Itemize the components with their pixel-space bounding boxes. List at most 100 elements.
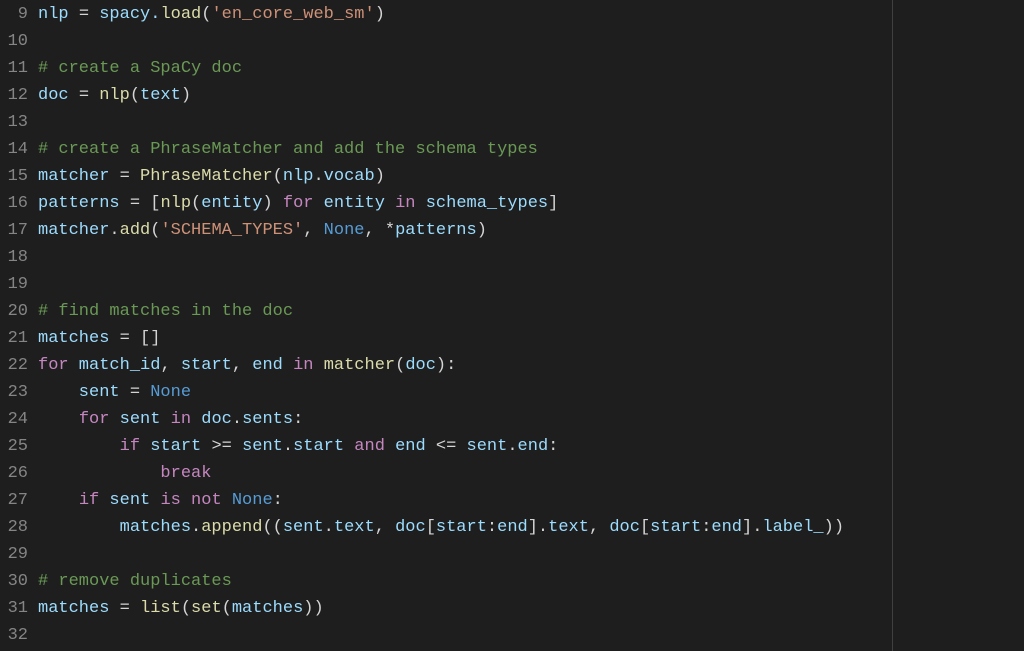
token: label_	[762, 515, 823, 542]
token: # find matches in the doc	[38, 299, 293, 326]
code-line[interactable]: matches.append((sent.text, doc[start:end…	[38, 515, 1024, 542]
token: # create a SpaCy doc	[38, 56, 242, 83]
code-line[interactable]: matcher = PhraseMatcher(nlp.vocab)	[38, 164, 1024, 191]
line-number-gutter: 9101112131415161718192021222324252627282…	[0, 2, 38, 651]
token: doc	[38, 83, 79, 110]
token: doc	[405, 353, 436, 380]
token: nlp	[38, 2, 79, 29]
code-line[interactable]: sent = None	[38, 380, 1024, 407]
token: if	[79, 488, 99, 515]
token: ,	[589, 515, 609, 542]
token: add	[120, 218, 151, 245]
code-line[interactable]: for match_id, start, end in matcher(doc)…	[38, 353, 1024, 380]
line-number: 22	[0, 353, 28, 380]
code-line[interactable]	[38, 623, 1024, 650]
token: end	[497, 515, 528, 542]
token: entity	[201, 191, 262, 218]
code-line[interactable]: # remove duplicates	[38, 569, 1024, 596]
code-line[interactable]: nlp = spacy.load('en_core_web_sm')	[38, 2, 1024, 29]
token: )	[375, 2, 385, 29]
code-line[interactable]: # create a PhraseMatcher and add the sch…	[38, 137, 1024, 164]
token: sent	[38, 380, 130, 407]
token: sent	[283, 515, 324, 542]
token: None	[232, 488, 273, 515]
token: sent	[467, 434, 508, 461]
token: <=	[436, 434, 467, 461]
token: append	[201, 515, 262, 542]
token: in	[293, 353, 313, 380]
token: PhraseMatcher	[140, 164, 273, 191]
code-line[interactable]: if sent is not None:	[38, 488, 1024, 515]
code-line[interactable]: matches = list(set(matches))	[38, 596, 1024, 623]
token: ,	[375, 515, 395, 542]
token: ,	[303, 218, 323, 245]
token: .	[283, 434, 293, 461]
token	[38, 434, 120, 461]
token: matches	[38, 515, 191, 542]
token: for	[79, 407, 110, 434]
token: )	[375, 164, 385, 191]
line-number: 31	[0, 596, 28, 623]
token: for	[283, 191, 314, 218]
token	[313, 353, 323, 380]
token: :	[548, 434, 558, 461]
code-line[interactable]: break	[38, 461, 1024, 488]
line-number: 11	[0, 56, 28, 83]
token: :	[293, 407, 303, 434]
line-number: 24	[0, 407, 28, 434]
code-line[interactable]: # create a SpaCy doc	[38, 56, 1024, 83]
token: (	[395, 353, 405, 380]
token: is	[160, 488, 180, 515]
code-line[interactable]: # find matches in the doc	[38, 299, 1024, 326]
code-line[interactable]: matches = []	[38, 326, 1024, 353]
code-line[interactable]	[38, 110, 1024, 137]
code-line[interactable]: for sent in doc.sents:	[38, 407, 1024, 434]
token: ))	[303, 596, 323, 623]
code-area[interactable]: nlp = spacy.load('en_core_web_sm') # cre…	[38, 2, 1024, 651]
token: [	[640, 515, 650, 542]
token: (	[273, 164, 283, 191]
token: ,	[160, 353, 180, 380]
token: schema_types	[416, 191, 549, 218]
token: .	[313, 164, 323, 191]
token: ]	[548, 191, 558, 218]
code-line[interactable]: patterns = [nlp(entity) for entity in sc…	[38, 191, 1024, 218]
line-number: 27	[0, 488, 28, 515]
token: sents	[242, 407, 293, 434]
token: if	[120, 434, 140, 461]
line-number: 21	[0, 326, 28, 353]
code-line[interactable]: matcher.add('SCHEMA_TYPES', None, *patte…	[38, 218, 1024, 245]
token: # create a PhraseMatcher and add the sch…	[38, 137, 538, 164]
code-editor[interactable]: 9101112131415161718192021222324252627282…	[0, 0, 1024, 651]
line-number: 20	[0, 299, 28, 326]
token: matches	[232, 596, 303, 623]
code-line[interactable]	[38, 29, 1024, 56]
token: sent	[99, 488, 160, 515]
token	[38, 488, 79, 515]
token: .	[507, 434, 517, 461]
token: ))	[824, 515, 844, 542]
token: [	[426, 515, 436, 542]
token: text	[334, 515, 375, 542]
token: start	[140, 434, 211, 461]
token: in	[395, 191, 415, 218]
token: ].	[742, 515, 762, 542]
token: ,	[232, 353, 252, 380]
line-number: 32	[0, 623, 28, 650]
token: , *	[364, 218, 395, 245]
line-number: 16	[0, 191, 28, 218]
token: start	[181, 353, 232, 380]
code-line[interactable]	[38, 542, 1024, 569]
code-line[interactable]	[38, 272, 1024, 299]
code-line[interactable]: if start >= sent.start and end <= sent.e…	[38, 434, 1024, 461]
code-line[interactable]: doc = nlp(text)	[38, 83, 1024, 110]
token: :	[487, 515, 497, 542]
token: )	[181, 83, 191, 110]
token: .	[191, 515, 201, 542]
token: nlp	[283, 164, 314, 191]
token: start	[293, 434, 354, 461]
token	[89, 83, 99, 110]
token: end	[385, 434, 436, 461]
code-line[interactable]	[38, 245, 1024, 272]
token: nlp	[160, 191, 191, 218]
